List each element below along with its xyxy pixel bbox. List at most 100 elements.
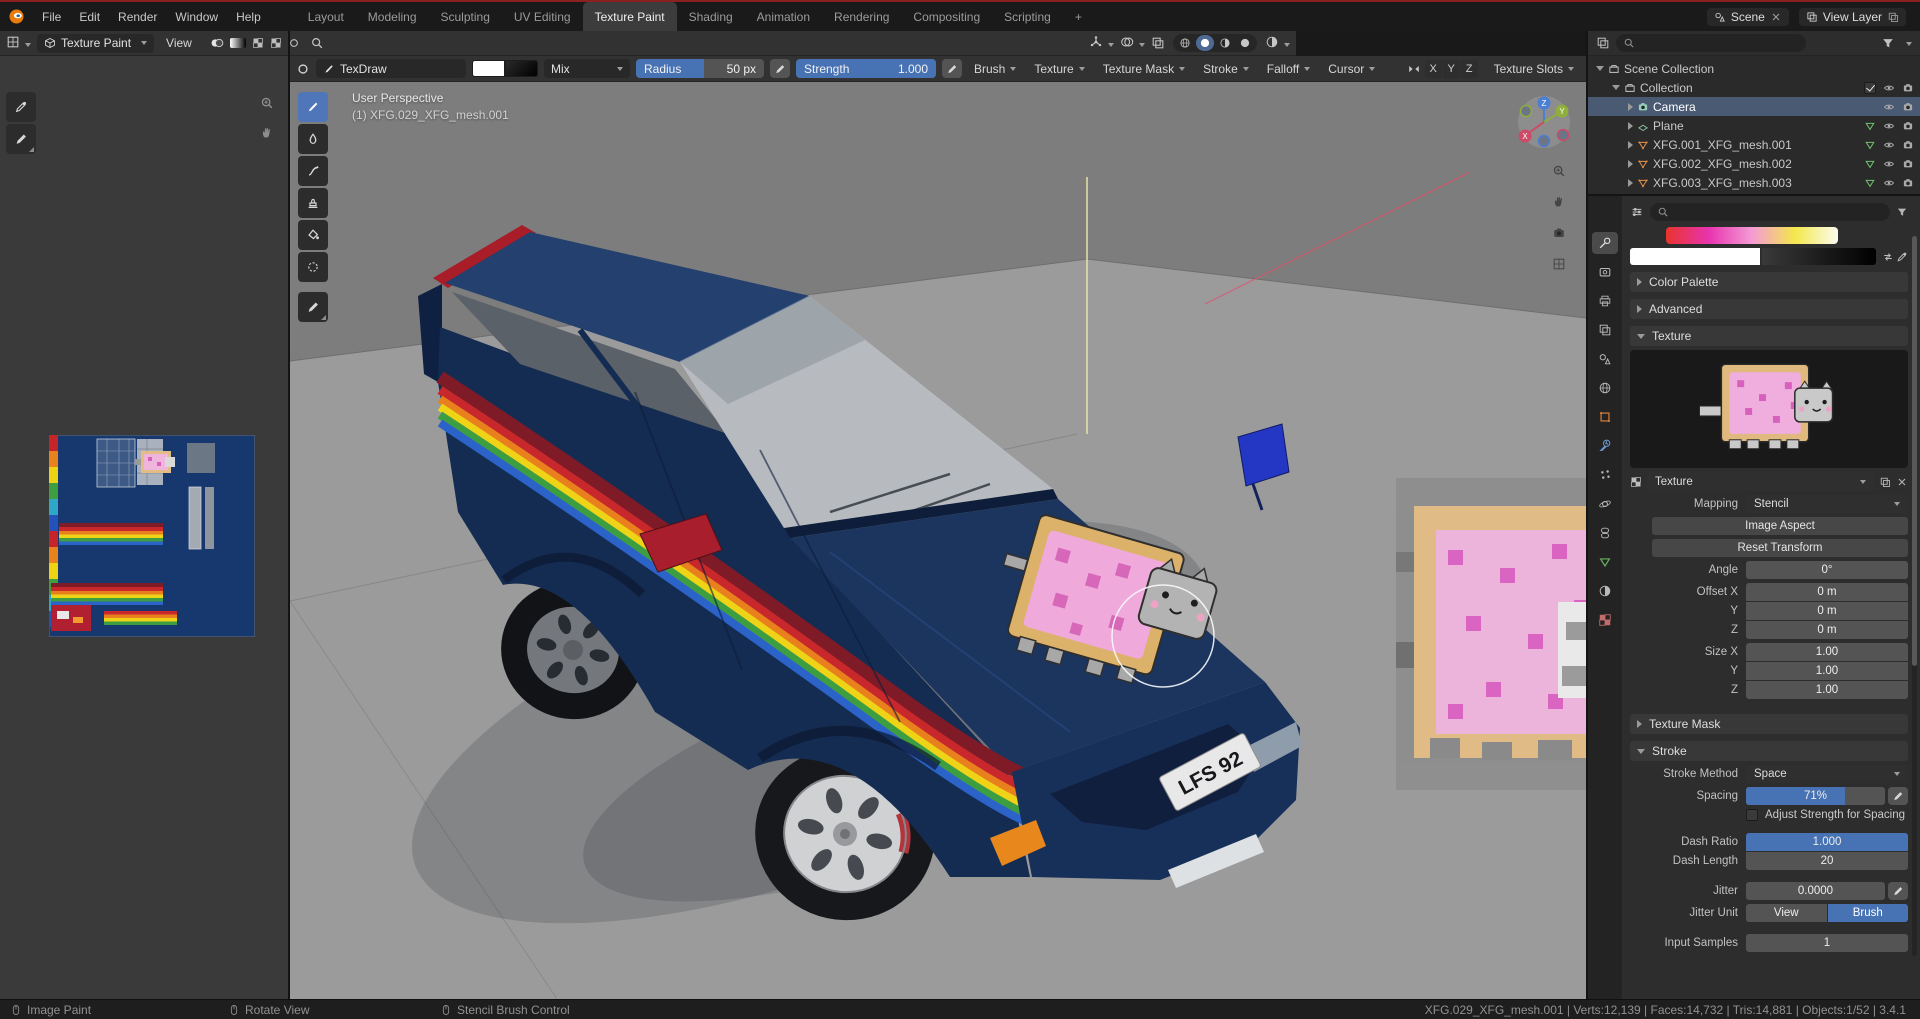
menu-texture[interactable]: Texture (1028, 62, 1090, 76)
tab-modeling[interactable]: Modeling (356, 2, 429, 31)
props-tab-view-layer[interactable] (1592, 319, 1618, 341)
outliner-row-scene-collection[interactable]: Scene Collection (1588, 59, 1920, 78)
props-tab-scene[interactable] (1592, 348, 1618, 370)
brush-preview-icon[interactable] (296, 62, 310, 76)
properties-funnel-icon[interactable] (1896, 206, 1908, 218)
add-workspace-button[interactable]: + (1063, 2, 1094, 31)
props-tab-particles[interactable] (1592, 464, 1618, 486)
menu-cursor[interactable]: Cursor (1322, 62, 1381, 76)
section-color-palette[interactable]: Color Palette (1630, 272, 1908, 292)
primary-color-swatch[interactable] (472, 60, 505, 77)
texture-slots-dropdown[interactable]: Texture Slots (1488, 62, 1580, 76)
dash-ratio-slider[interactable]: 1.000 (1746, 833, 1908, 851)
outliner-row-mesh-002[interactable]: XFG.002_XFG_mesh.002 (1588, 154, 1920, 173)
outliner-item-label[interactable]: Collection (1640, 81, 1693, 95)
outliner-item-label[interactable]: XFG.002_XFG_mesh.002 (1653, 157, 1792, 171)
angle-field[interactable]: 0° (1746, 561, 1908, 579)
menu-window[interactable]: Window (166, 2, 227, 31)
props-tab-physics[interactable] (1592, 493, 1618, 515)
new-view-layer-icon[interactable] (1887, 11, 1899, 23)
menu-edit[interactable]: Edit (70, 2, 109, 31)
image-editor[interactable] (0, 56, 288, 999)
size-z-field[interactable]: 1.00 (1746, 681, 1908, 699)
gizmo-x-handle[interactable]: X (1522, 132, 1528, 141)
image-aspect-button[interactable]: Image Aspect (1652, 517, 1908, 535)
texture-name-field[interactable]: Texture (1647, 472, 1874, 491)
view-layer-selector[interactable]: View Layer (1798, 7, 1906, 26)
hide-eye-icon[interactable] (1883, 177, 1895, 189)
section-texture-mask[interactable]: Texture Mask (1630, 714, 1908, 734)
disclosure-icon[interactable] (1628, 102, 1633, 111)
tab-compositing[interactable]: Compositing (901, 2, 992, 31)
hide-eye-icon[interactable] (1883, 101, 1895, 113)
properties-search-input[interactable] (1674, 206, 1883, 218)
properties-editor[interactable]: Color Palette Advanced Texture Texture M… (1588, 196, 1920, 999)
tab-uv-editing[interactable]: UV Editing (502, 2, 583, 31)
outliner-item-label[interactable]: Plane (1653, 119, 1684, 133)
image-pan-icon[interactable] (256, 122, 278, 144)
viewport-canvas[interactable]: LFS 92 (290, 82, 1586, 999)
menu-brush[interactable]: Brush (968, 62, 1022, 76)
unlink-scene-icon[interactable] (1770, 11, 1782, 23)
radius-pressure-icon[interactable] (770, 59, 790, 78)
outliner-item-label[interactable]: Scene Collection (1624, 62, 1714, 76)
shading-material-icon[interactable] (1216, 35, 1234, 51)
jitter-unit-view-button[interactable]: View (1746, 904, 1827, 922)
disclosure-icon[interactable] (1628, 140, 1633, 149)
ortho-toggle-button[interactable] (1548, 253, 1570, 275)
texture-image-canvas[interactable] (49, 435, 255, 637)
navigation-gizmo[interactable]: Z Y X (1516, 94, 1572, 150)
secondary-color-field[interactable] (1762, 248, 1876, 265)
blender-logo-icon[interactable] (0, 2, 33, 31)
props-tab-material[interactable] (1592, 580, 1618, 602)
duplicate-texture-icon[interactable] (1879, 476, 1891, 488)
image-zoom-icon[interactable] (256, 92, 278, 114)
texture-datablock-icon[interactable] (1630, 476, 1642, 488)
color-picker-gradient[interactable] (1666, 227, 1838, 244)
gizmo-neg-y-handle[interactable] (1519, 104, 1533, 118)
tab-sculpting[interactable]: Sculpting (429, 2, 502, 31)
props-tab-tool[interactable] (1592, 232, 1618, 254)
props-tab-constraints[interactable] (1592, 522, 1618, 544)
sample-color-icon[interactable] (1896, 251, 1908, 263)
disclosure-icon[interactable] (1628, 159, 1633, 168)
outliner-row-plane[interactable]: Plane (1588, 116, 1920, 135)
outliner-search[interactable] (1616, 34, 1806, 52)
disclosure-icon[interactable] (1612, 85, 1620, 90)
hide-eye-icon[interactable] (1883, 158, 1895, 170)
menu-texture-mask[interactable]: Texture Mask (1097, 62, 1191, 76)
size-x-field[interactable]: 1.00 (1746, 643, 1908, 661)
render-visibility-icon[interactable] (1902, 101, 1914, 113)
outliner-item-label[interactable]: Camera (1653, 100, 1696, 114)
offset-y-field[interactable]: 0 m (1746, 602, 1908, 620)
draw-tool-button[interactable] (298, 92, 328, 122)
gizmo-neg-x-handle[interactable] (1556, 128, 1570, 142)
sample-tool-button[interactable] (6, 92, 36, 122)
jitter-unit-brush-button[interactable]: Brush (1827, 904, 1908, 922)
strength-slider[interactable]: Strength 1.000 (796, 59, 936, 78)
jitter-pressure-icon[interactable] (1888, 882, 1908, 900)
camera-view-button[interactable] (1548, 222, 1570, 244)
jitter-field[interactable]: 0.0000 (1746, 882, 1885, 900)
props-tab-render[interactable] (1592, 261, 1618, 283)
smear-tool-button[interactable] (298, 156, 328, 186)
menu-render[interactable]: Render (109, 2, 166, 31)
radius-slider[interactable]: Radius 50 px (636, 59, 764, 78)
size-y-field[interactable]: 1.00 (1746, 662, 1908, 680)
tab-texture-paint[interactable]: Texture Paint (582, 2, 677, 31)
reset-transform-button[interactable]: Reset Transform (1652, 539, 1908, 557)
blend-mode-dropdown[interactable]: Mix (544, 59, 630, 78)
outliner-row-mesh-001[interactable]: XFG.001_XFG_mesh.001 (1588, 135, 1920, 154)
mode-dropdown[interactable]: Texture Paint (37, 33, 155, 53)
section-texture[interactable]: Texture (1630, 326, 1908, 346)
xray-toggle-icon[interactable] (1151, 36, 1165, 50)
outliner-filter-icon[interactable] (1881, 36, 1895, 50)
menu-stroke[interactable]: Stroke (1197, 62, 1255, 76)
shading-solid-icon[interactable] (1196, 35, 1214, 51)
outliner-editor-type-icon[interactable] (1596, 36, 1610, 50)
props-tab-world[interactable] (1592, 377, 1618, 399)
hide-eye-icon[interactable] (1883, 139, 1895, 151)
shading-wireframe-icon[interactable] (1176, 35, 1194, 51)
adjust-strength-checkbox[interactable] (1746, 809, 1758, 821)
fill-tool-button[interactable] (298, 220, 328, 250)
